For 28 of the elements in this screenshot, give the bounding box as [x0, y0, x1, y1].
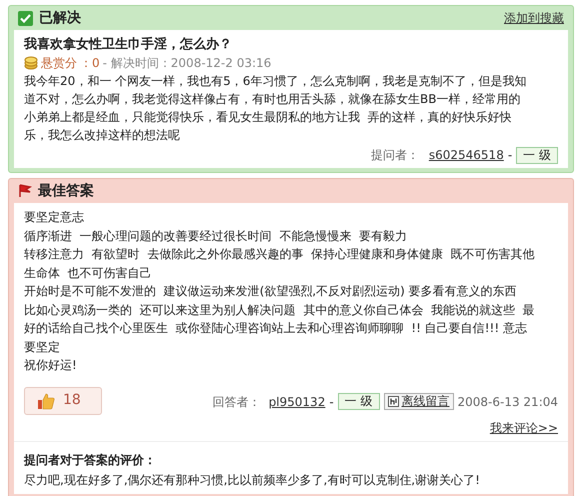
- message-icon: [388, 396, 398, 407]
- comment-link[interactable]: 我来评论>>: [490, 418, 558, 436]
- flag-icon: [18, 184, 32, 198]
- answer-body: 要坚定意志 循序渐进 一般心理问题的改善要经过很长时间 不能急慢慢来 要有毅力 转移注意力 有欲望时 去做除此之外你最感兴趣的事 保持心理健康和身体健康 既不可伤害其他 生命体 也不可伤害自己 开始时是不可能不发泄的 建议做运动来发泄(欲望强烈,不反对剧烈运动) 要多看有意义的东西 比如心灵鸡汤一类的 还可以来这里为别人解决问题 其中的意义你自己体会 我能说的就这些 最 好的话给自己找个心里医生 或你登陆心理咨询站上去和心理咨询师聊聊 !! 自己要自信!!! 意志 要坚定 祝你好运!: [24, 209, 536, 374]
- separator-dash: -: [508, 147, 512, 164]
- check-icon: [18, 10, 33, 26]
- question-body: 我今年20，和一 个网友一样，我也有5，6年习惯了，怎么克制啊，我老是克制不了，但是我知 道不对，怎么办啊，我老觉得这样像占有，有时也用舌头舔，就像在舔女生BB一样，经常用的 小弟弟上都是经血，只能觉得快乐，看见女生最阴私的地方让我 弄的这样，真的好快乐好快 乐，我怎么改掉这样的想法呢: [24, 73, 528, 144]
- reward-value: ：0: [80, 55, 100, 72]
- status-title: 已解决: [39, 8, 81, 28]
- thumbs-up-icon: [37, 392, 55, 410]
- offline-message-link[interactable]: 离线留言: [384, 393, 454, 410]
- question-title: 我喜欢拿女性卫生巾手淫，怎么办？: [24, 36, 233, 54]
- level-badge: 一 级: [516, 146, 558, 164]
- solved-time: - 解决时间：2008-12-2 03:16: [102, 55, 272, 72]
- answer-title: 最佳答案: [38, 182, 94, 200]
- like-button[interactable]: 18: [24, 386, 102, 414]
- separator-dash: -: [329, 394, 334, 410]
- add-favorite-link[interactable]: 添加到搜藏: [504, 9, 564, 27]
- level-badge: 一 级: [338, 393, 380, 410]
- coin-stack-icon: [24, 56, 38, 70]
- asker-link[interactable]: s602546518: [428, 146, 504, 164]
- answerer-label: 回答者：: [212, 394, 261, 410]
- answer-date: 2008-6-13 21:04: [458, 394, 558, 410]
- asker-label: 提问者：: [370, 147, 419, 164]
- evaluation-text: 尽力吧,现在好多了,偶尔还有那种习惯,比以前频率少多了,有时可以克制住,谢谢关心了!: [24, 472, 481, 488]
- answerer-link[interactable]: pl950132: [268, 392, 326, 410]
- evaluation-title: 提问者对于答案的评价：: [24, 452, 157, 468]
- reward-label: 悬赏分: [41, 55, 77, 72]
